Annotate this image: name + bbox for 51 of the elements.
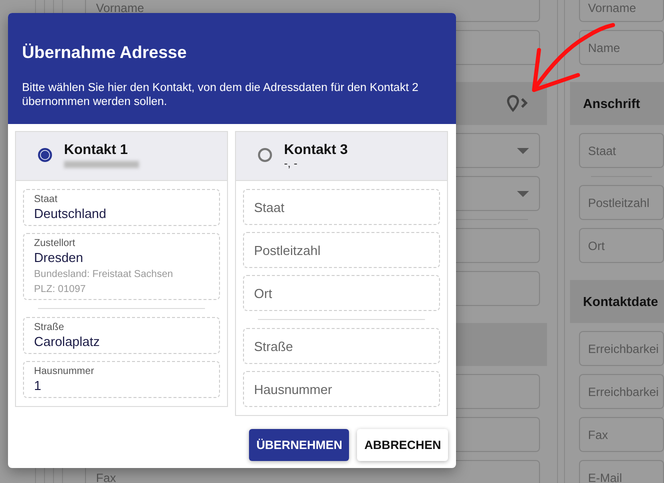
form-field[interactable]: E-Mail (579, 460, 664, 483)
form-field[interactable]: Vorname (579, 0, 664, 22)
contact-subtitle: -, - (284, 158, 298, 170)
field-label: Vorname (96, 1, 144, 15)
location-pin-chevron-icon[interactable] (506, 94, 528, 113)
address-input[interactable]: Ort (243, 275, 440, 311)
address-input[interactable]: Hausnummer (243, 371, 440, 407)
form-field[interactable]: Erreichbarkei (579, 374, 664, 409)
apply-button[interactable]: ÜBERNEHMEN (249, 429, 350, 461)
field-label: E-Mail (588, 470, 622, 483)
address-input[interactable]: Postleitzahl (243, 232, 440, 268)
caret-icon (517, 190, 529, 196)
address-input[interactable]: Staat (243, 189, 440, 225)
contact-name: Kontakt 3 (284, 141, 348, 157)
section-title: Kontaktdate (583, 294, 658, 309)
field-value: Dresden (34, 250, 84, 265)
form-field[interactable]: Name (579, 30, 664, 65)
field-label: Staat (588, 144, 616, 158)
field-value: Carolaplatz (34, 334, 101, 349)
field-label: Erreichbarkei (588, 342, 659, 356)
caret-icon (517, 148, 529, 154)
contact-name: Kontakt 1 (64, 141, 129, 157)
section-title: Anschrift (583, 96, 640, 111)
field-label: Postleitzahl (588, 196, 650, 210)
form-field[interactable]: Staat (579, 133, 664, 168)
form-field[interactable]: Fax (579, 417, 664, 452)
field-label: Straße (34, 322, 66, 333)
field-label: Name (588, 40, 620, 54)
field-label: Hausnummer (34, 366, 96, 377)
field-label: Zustellort (34, 238, 76, 249)
radio-button[interactable] (258, 148, 272, 162)
contact-card-header[interactable]: Kontakt 1 (16, 132, 227, 181)
field-label: Fax (588, 428, 608, 442)
field-label: Staat (34, 194, 58, 205)
address-input[interactable]: Straße (243, 328, 440, 364)
field-value: 1 (34, 378, 42, 393)
dialog-title: Übernahme Adresse (22, 43, 188, 63)
cancel-button[interactable]: ABBRECHEN (357, 429, 448, 461)
field-label: Fax (96, 470, 116, 483)
field-detail: PLZ: 01097 (34, 284, 87, 295)
form-field[interactable]: Ort (579, 228, 664, 263)
field-value: Deutschland (34, 206, 108, 221)
form-field[interactable]: Postleitzahl (579, 185, 664, 220)
radio-button[interactable] (38, 148, 52, 162)
contact-card-header[interactable]: Kontakt 3 -, - (236, 132, 447, 181)
field-label: Erreichbarkei (588, 384, 659, 398)
field-detail: Bundesland: Freistaat Sachsen (34, 269, 174, 280)
dialog-description: Bitte wählen Sie hier den Kontakt, von dem die Adressdaten für den Kontakt 2 übernommen werden sollen. (22, 81, 420, 109)
field-label: Vorname (588, 1, 636, 15)
form-field[interactable]: Erreichbarkei (579, 331, 664, 366)
field-label: Ort (588, 238, 605, 252)
